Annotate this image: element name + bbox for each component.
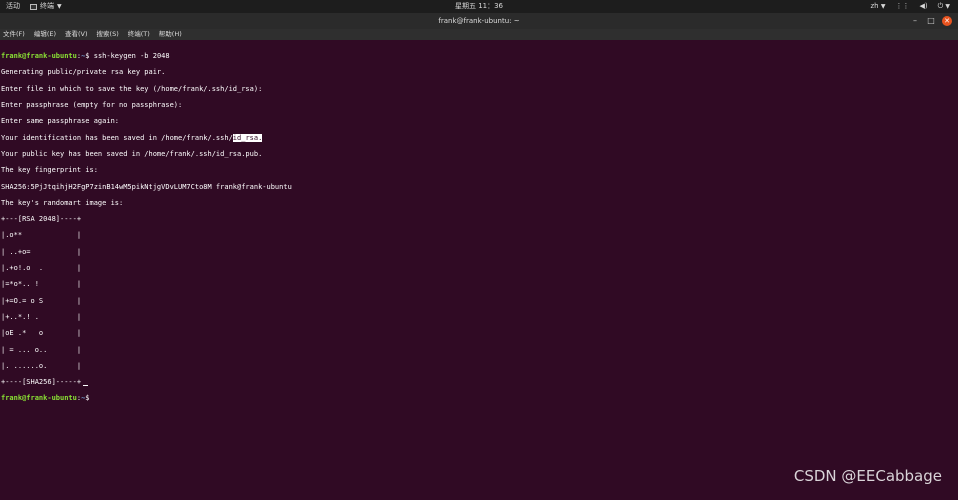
randomart-line: |oE .* o | <box>1 329 82 338</box>
menu-edit[interactable]: 编辑(E) <box>34 29 56 40</box>
selected-text: id_rsa. <box>232 133 263 142</box>
caret-down-icon: ▼ <box>57 3 62 10</box>
randomart-footer: +----[SHA256]-----+ <box>1 378 82 387</box>
activities-button[interactable]: 活动 <box>6 0 20 13</box>
clock-container: 星期五 11：36 <box>0 0 958 13</box>
menu-terminal[interactable]: 终端(T) <box>128 29 150 40</box>
app-menu[interactable]: 终端 ▼ <box>30 0 62 13</box>
randomart-line: |.o** | <box>1 231 82 240</box>
prompt-user: frank@frank-ubuntu <box>1 394 77 403</box>
terminal-line: The key's randomart image is: <box>1 198 124 207</box>
menu-file[interactable]: 文件(F) <box>3 29 25 40</box>
watermark: CSDN @EECabbage <box>793 467 942 485</box>
close-icon[interactable]: ✕ <box>942 16 952 26</box>
volume-icon[interactable]: ◀) <box>919 0 927 13</box>
power-menu[interactable]: ⏻ ▼ <box>938 0 950 13</box>
top-panel: 活动 终端 ▼ 星期五 11：36 zh ▼ ⋮⋮ ◀) ⏻ ▼ <box>0 0 958 13</box>
terminal-line: The key fingerprint is: <box>1 166 98 175</box>
input-method-label: zh <box>870 2 879 10</box>
terminal-line: Enter passphrase (empty for no passphras… <box>1 101 183 110</box>
terminal-line: Your identification has been saved in /h… <box>1 133 958 142</box>
randomart-line: |=*o*.. ! | <box>1 280 82 289</box>
power-icon: ⏻ <box>937 2 944 10</box>
prompt-path: ~ <box>81 394 86 403</box>
terminal-line: frank@frank-ubuntu:~$ <box>1 394 90 403</box>
menu-bar: 文件(F) 编辑(E) 查看(V) 搜索(S) 终端(T) 帮助(H) <box>0 29 958 40</box>
clock[interactable]: 星期五 11：36 <box>455 2 503 10</box>
randomart-line: |+=O.= o S | <box>1 296 82 305</box>
randomart-line: | ..+o= | <box>1 247 82 256</box>
terminal-line: Generating public/private rsa key pair. <box>1 68 166 77</box>
caret-down-icon: ▼ <box>945 3 950 10</box>
prompt-path: ~ <box>81 52 86 61</box>
terminal-line: frank@frank-ubuntu:~$ ssh-keygen -b 2048 <box>1 52 170 61</box>
network-icon[interactable]: ⋮⋮ <box>895 0 909 13</box>
system-tray: zh ▼ ⋮⋮ ◀) ⏻ ▼ <box>870 0 950 13</box>
randomart-line: |. ......o. | <box>1 361 82 370</box>
command-text: ssh-keygen -b 2048 <box>93 52 170 61</box>
terminal-line: Enter same passphrase again: <box>1 117 120 126</box>
terminal-line: Your public key has been saved in /home/… <box>1 149 263 158</box>
window-title: frank@frank-ubuntu: ~ <box>438 17 520 25</box>
terminal-line: Enter file in which to save the key (/ho… <box>1 84 263 93</box>
randomart-line: +---[RSA 2048]----+ <box>1 215 82 224</box>
text-cursor <box>83 385 89 387</box>
terminal-app-icon <box>30 3 37 10</box>
menu-help[interactable]: 帮助(H) <box>159 29 182 40</box>
app-menu-label: 终端 <box>40 2 54 10</box>
window-titlebar[interactable]: frank@frank-ubuntu: ~ – □ ✕ <box>0 13 958 29</box>
maximize-icon[interactable]: □ <box>926 16 936 26</box>
randomart-line: |+..*.! . | <box>1 312 82 321</box>
menu-search[interactable]: 搜索(S) <box>97 29 119 40</box>
output-text: Your identification has been saved in /h… <box>1 133 233 142</box>
randomart-line: |.+o!.o . | <box>1 264 82 273</box>
terminal-output[interactable]: frank@frank-ubuntu:~$ ssh-keygen -b 2048… <box>0 41 958 500</box>
input-method-menu[interactable]: zh ▼ <box>870 0 885 13</box>
terminal-line: SHA256:5PjJtqihjH2FgP7zinB14wM5pikNtjgVD… <box>1 182 292 191</box>
caret-down-icon: ▼ <box>880 3 886 10</box>
window-controls: – □ ✕ <box>910 16 952 26</box>
randomart-line: +----[SHA256]-----+ <box>1 378 958 387</box>
randomart-line: | = ... o.. | <box>1 345 82 354</box>
minimize-icon[interactable]: – <box>910 16 920 26</box>
prompt-user: frank@frank-ubuntu <box>1 52 77 61</box>
menu-view[interactable]: 查看(V) <box>65 29 88 40</box>
